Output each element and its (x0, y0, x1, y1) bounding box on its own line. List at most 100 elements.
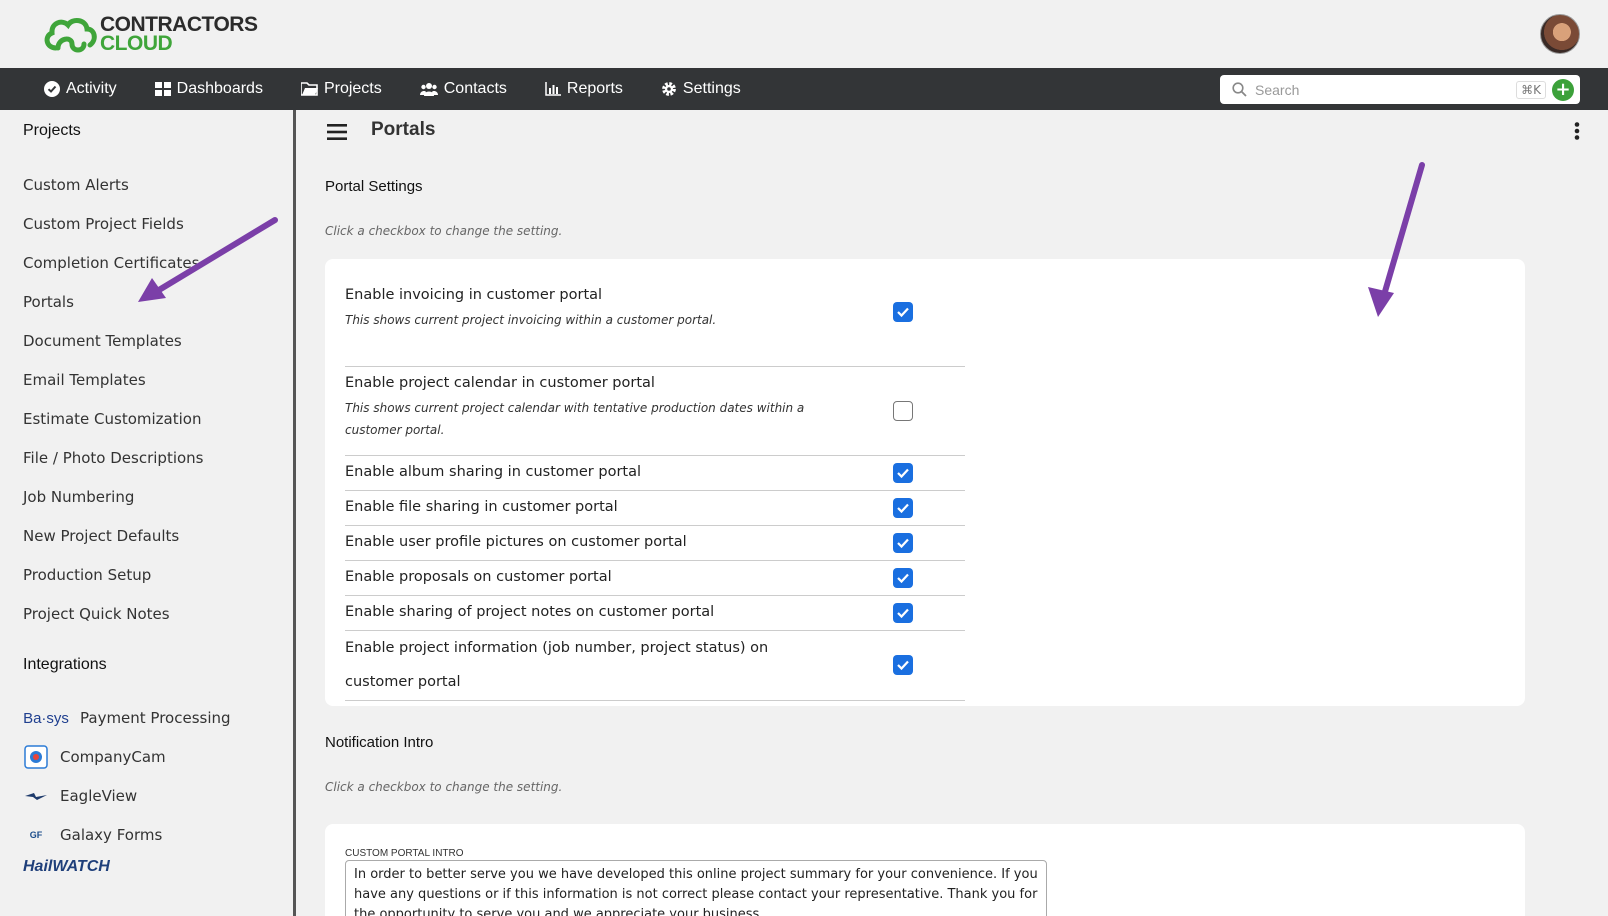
main-navbar: Activity Dashboards Projects Contacts Re… (0, 68, 1608, 110)
search-shortcut: ⌘K (1516, 80, 1546, 99)
users-icon (419, 83, 438, 96)
add-button[interactable]: + (1552, 78, 1574, 101)
app-logo[interactable]: CONTRACTORS CLOUD (42, 14, 258, 54)
setting-row-project-information: Enable project information (job number, … (345, 631, 965, 701)
grid-icon (154, 82, 171, 96)
sidebar-item-file-photo-descriptions[interactable]: File / Photo Descriptions (23, 449, 204, 467)
integration-companycam[interactable]: CompanyCam (23, 745, 166, 769)
basys-logo-icon: Ba·sys (23, 709, 69, 727)
integration-eagleview[interactable]: EagleView (23, 784, 137, 808)
annotation-arrow-sidebar (138, 217, 278, 302)
setting-row-calendar: Enable project calendar in customer port… (345, 367, 965, 456)
notification-intro-title: Notification Intro (325, 734, 434, 751)
top-header: CONTRACTORS CLOUD (0, 0, 1608, 68)
nav-dashboards-label: Dashboards (176, 80, 263, 97)
sidebar-item-new-project-defaults[interactable]: New Project Defaults (23, 527, 179, 545)
nav-dashboards[interactable]: Dashboards (154, 68, 263, 110)
plus-icon: + (1555, 78, 1571, 100)
check-circle-icon (44, 81, 60, 97)
file-sharing-checkbox[interactable] (893, 498, 913, 518)
global-search[interactable]: ⌘K + (1220, 75, 1580, 104)
checkmark-icon (897, 468, 909, 479)
galaxy-forms-icon: GF (29, 830, 43, 840)
calendar-checkbox[interactable] (893, 401, 913, 421)
checkmark-icon (897, 573, 909, 584)
page-title: Portals (371, 119, 436, 140)
portal-settings-hint: Click a checkbox to change the setting. (325, 224, 563, 238)
setting-description: This shows current project invoicing wit… (345, 313, 717, 327)
setting-description: This shows current project calendar with… (345, 401, 805, 437)
companycam-icon (23, 745, 49, 769)
search-input[interactable] (1255, 81, 1495, 98)
nav-projects-label: Projects (323, 80, 382, 97)
setting-label: Enable project information (job number, … (345, 640, 769, 690)
album-sharing-checkbox[interactable] (893, 463, 913, 483)
setting-row-invoicing: Enable invoicing in customer portal This… (345, 279, 965, 367)
hailwatch-logo[interactable]: HailWATCH (23, 858, 110, 876)
setting-row-album-sharing: Enable album sharing in customer portal (345, 456, 965, 491)
gear-icon (662, 82, 676, 96)
nav-contacts[interactable]: Contacts (419, 68, 507, 110)
sidebar-item-document-templates[interactable]: Document Templates (23, 332, 182, 350)
nav-projects[interactable]: Projects (300, 68, 382, 110)
nav-activity[interactable]: Activity (44, 68, 117, 110)
sidebar-item-job-numbering[interactable]: Job Numbering (23, 488, 134, 506)
user-avatar[interactable] (1540, 14, 1580, 54)
sidebar-item-portals[interactable]: Portals (23, 293, 74, 311)
portal-settings-list: Enable invoicing in customer portal This… (345, 279, 965, 701)
setting-row-project-notes: Enable sharing of project notes on custo… (345, 596, 965, 631)
project-notes-checkbox[interactable] (893, 603, 913, 623)
project-information-checkbox[interactable] (893, 655, 913, 675)
setting-label: Enable user profile pictures on customer… (345, 534, 687, 550)
nav-reports-label: Reports (566, 80, 623, 97)
brand-name: CONTRACTORS CLOUD (100, 14, 258, 54)
bar-chart-icon (545, 82, 561, 96)
integration-label: EagleView (60, 787, 138, 805)
sidebar-item-email-templates[interactable]: Email Templates (23, 371, 146, 389)
setting-row-proposals: Enable proposals on customer portal (345, 561, 965, 596)
sidebar-item-project-quick-notes[interactable]: Project Quick Notes (23, 605, 170, 623)
checkmark-icon (897, 608, 909, 619)
sidebar-heading-projects: Projects (23, 122, 81, 139)
folder-icon (300, 82, 318, 96)
more-options-icon[interactable] (1574, 122, 1580, 140)
setting-label: Enable proposals on customer portal (345, 569, 612, 585)
checkmark-icon (897, 538, 909, 549)
sidebar-item-production-setup[interactable]: Production Setup (23, 566, 151, 584)
profile-pictures-checkbox[interactable] (893, 533, 913, 553)
notification-intro-card: CUSTOM PORTAL INTRO In order to better s… (325, 824, 1525, 916)
custom-portal-intro-label: CUSTOM PORTAL INTRO (345, 848, 464, 859)
search-icon (1232, 82, 1247, 97)
cloud-logo-icon (44, 18, 97, 53)
integration-payment-processing[interactable]: Ba·sys Payment Processing (23, 706, 231, 730)
checkmark-icon (897, 660, 909, 671)
setting-label: Enable album sharing in customer portal (345, 464, 642, 480)
portal-settings-card: Enable invoicing in customer portal This… (325, 259, 1525, 706)
invoicing-checkbox[interactable] (893, 302, 913, 322)
nav-settings-label: Settings (682, 80, 741, 97)
eagleview-icon (23, 784, 49, 808)
annotation-arrow-main (1368, 162, 1425, 317)
setting-row-profile-pictures: Enable user profile pictures on customer… (345, 526, 965, 561)
checkmark-icon (897, 307, 909, 318)
integration-galaxy-forms[interactable]: GF Galaxy Forms (23, 823, 163, 847)
notification-intro-hint: Click a checkbox to change the setting. (325, 780, 563, 794)
integration-label: CompanyCam (60, 748, 166, 766)
nav-contacts-label: Contacts (443, 80, 507, 97)
setting-row-file-sharing: Enable file sharing in customer portal (345, 491, 965, 526)
nav-settings[interactable]: Settings (661, 68, 741, 110)
setting-label: Enable project calendar in customer port… (345, 375, 655, 391)
custom-portal-intro-textarea[interactable]: In order to better serve you we have dev… (345, 860, 1047, 916)
checkmark-icon (897, 503, 909, 514)
setting-label: Enable sharing of project notes on custo… (345, 604, 715, 620)
nav-activity-label: Activity (66, 80, 117, 97)
sidebar-heading-integrations: Integrations (23, 656, 107, 673)
nav-reports[interactable]: Reports (545, 68, 623, 110)
integration-label: Payment Processing (80, 709, 231, 727)
sidebar-item-custom-alerts[interactable]: Custom Alerts (23, 176, 129, 194)
integration-label: Galaxy Forms (60, 826, 163, 844)
proposals-checkbox[interactable] (893, 568, 913, 588)
hamburger-menu-icon[interactable] (327, 124, 347, 140)
sidebar-item-estimate-customization[interactable]: Estimate Customization (23, 410, 201, 428)
setting-label: Enable invoicing in customer portal (345, 287, 603, 303)
